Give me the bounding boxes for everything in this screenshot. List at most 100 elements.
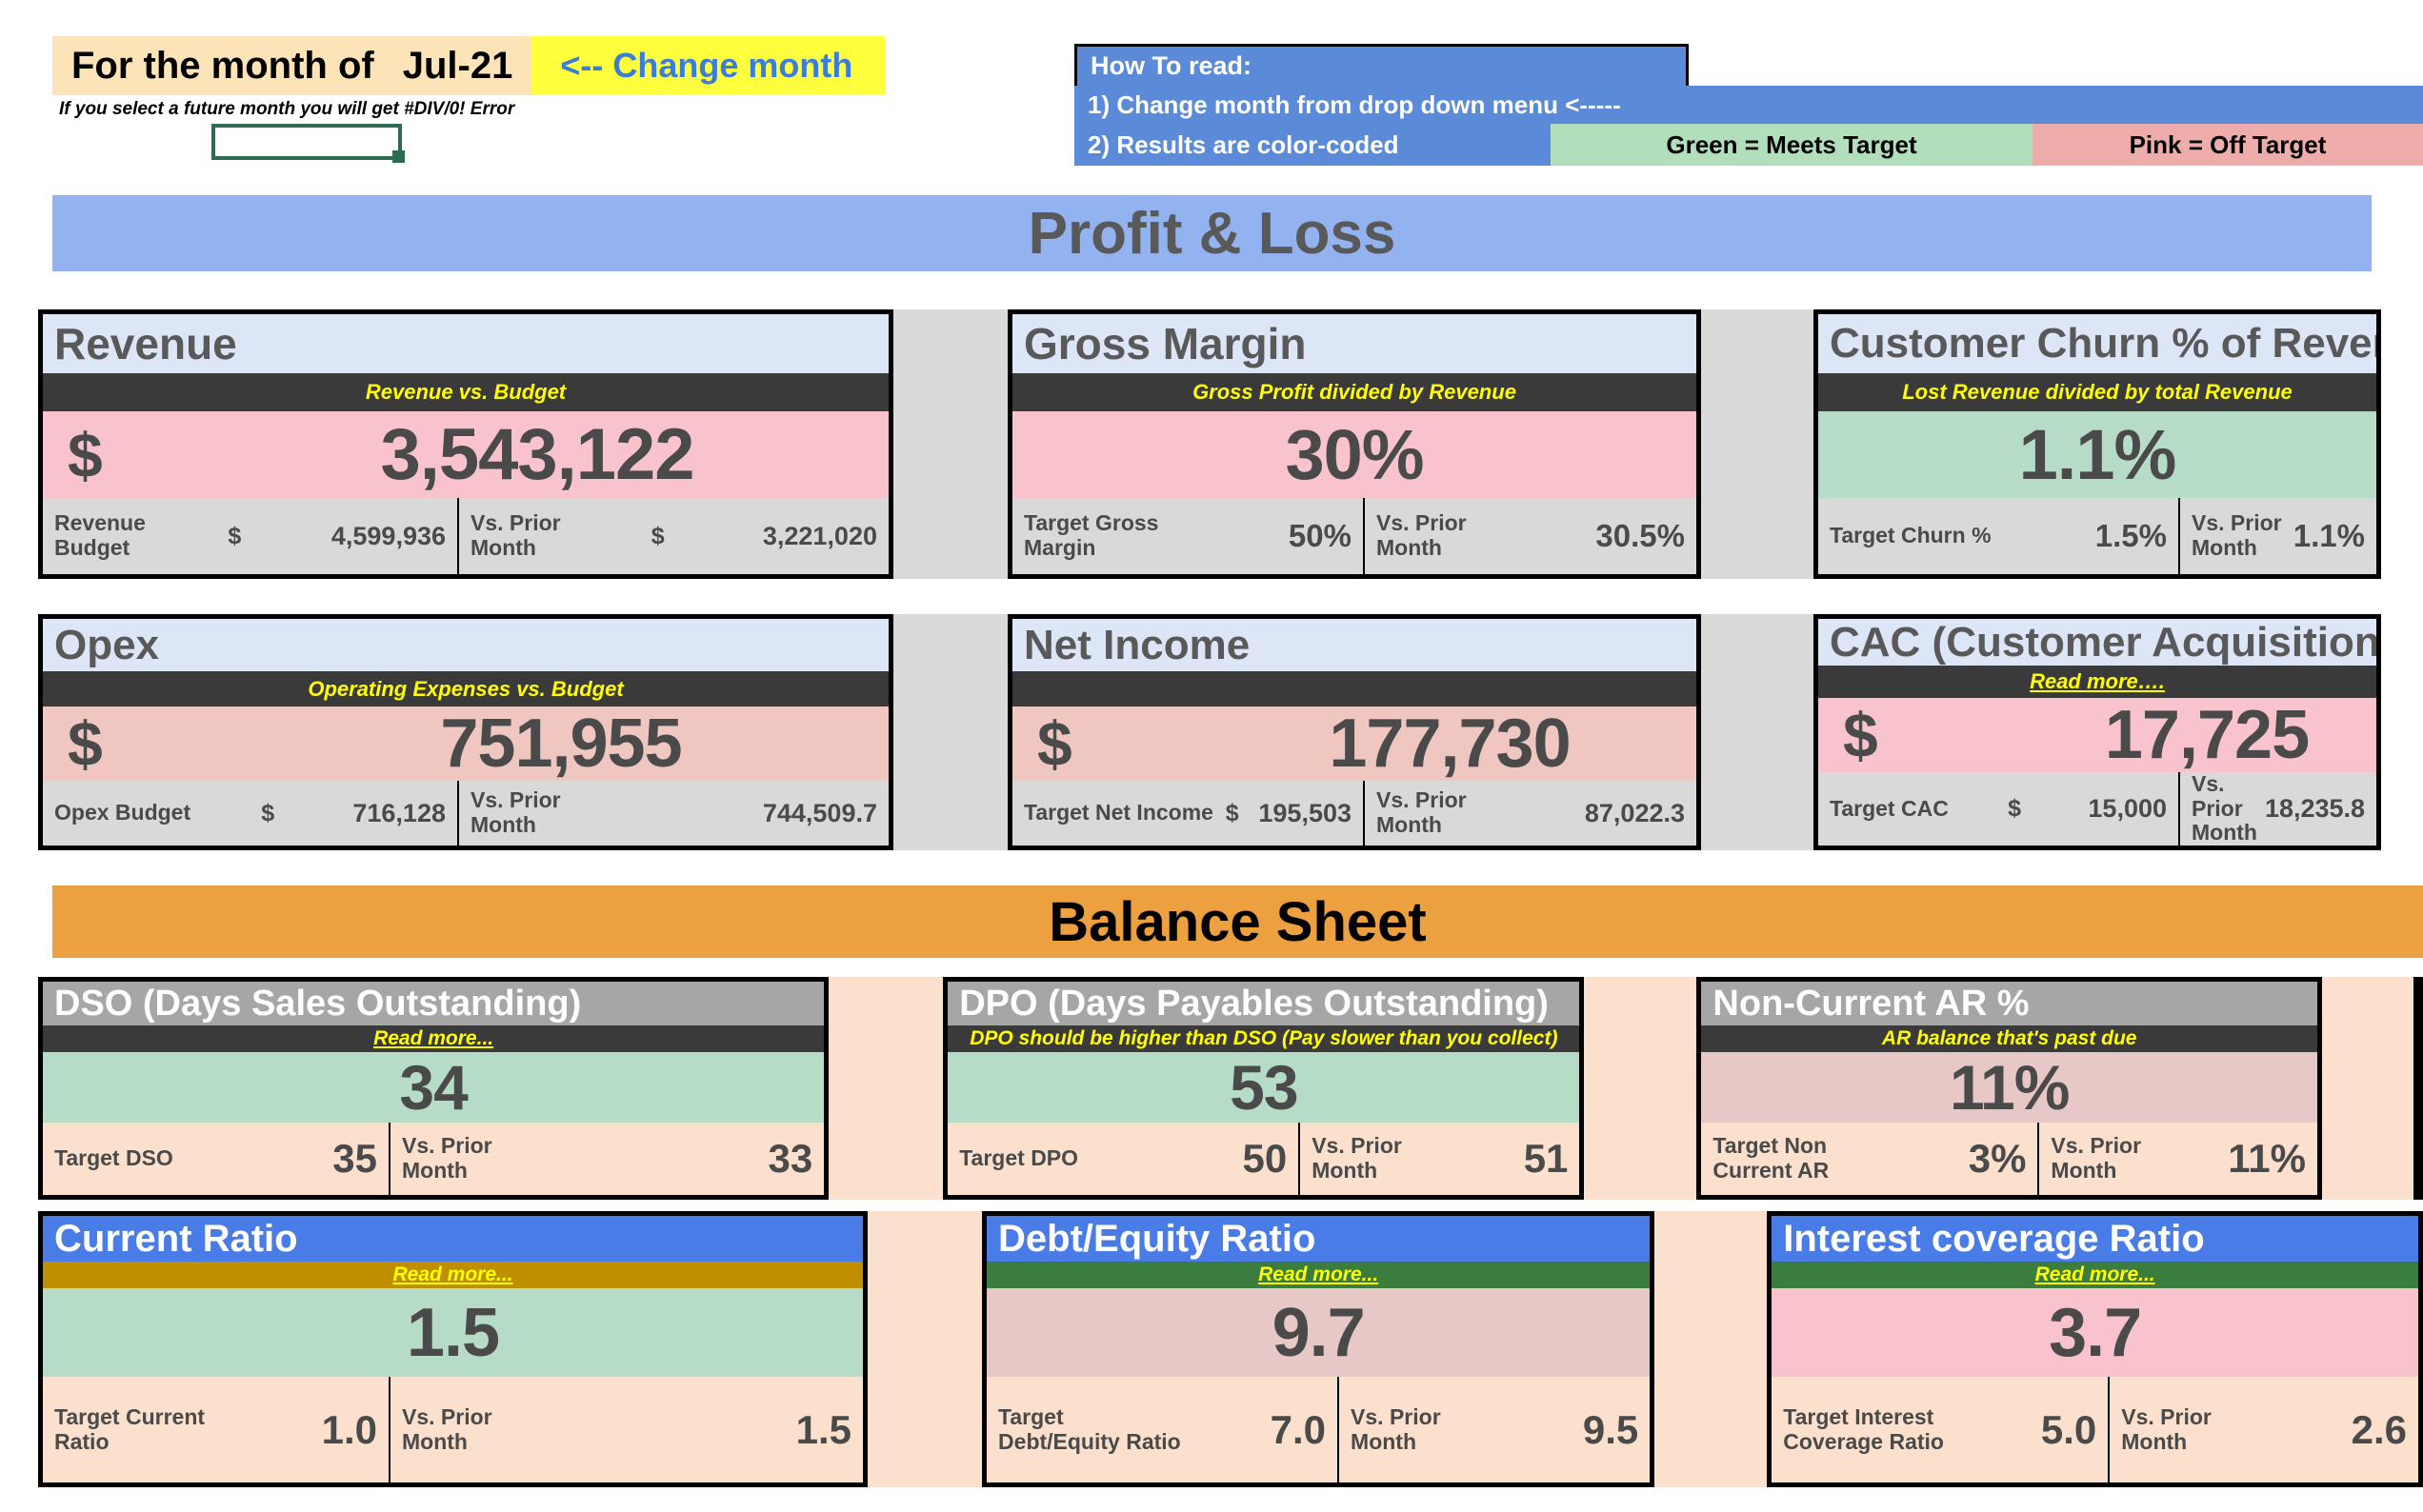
kpi-card-revenue[interactable]: Revenue Revenue vs. Budget $ 3,543,122 R… [38,309,893,579]
card-target-cell: Target Debt/Equity Ratio 7.0 [987,1377,1340,1482]
card-prior-value: 87,022.3 [1584,798,1685,827]
card-subtitle: DPO should be higher than DSO (Pay slowe… [948,1025,1580,1052]
card-target-value: 35 [332,1136,377,1181]
card-subtitle[interactable]: Read more…. [1818,666,2376,698]
selected-month-value[interactable]: Jul-21 [403,45,513,88]
kpi-card-cac[interactable]: CAC (Customer Acquisition Cost) Read mor… [1813,614,2381,850]
read-more-link[interactable]: Read more…. [2030,669,2165,694]
kpi-card-current-ratio[interactable]: Current Ratio Read more... 1.5 Target Cu… [38,1211,869,1487]
card-prior-label: Vs. Prior Month [1351,1403,1441,1454]
currency-symbol: $ [1843,699,1878,770]
profit-loss-row-1: Revenue Revenue vs. Budget $ 3,543,122 R… [38,309,2381,579]
card-footer: Target Debt/Equity Ratio 7.0 Vs. Prior M… [987,1377,1651,1482]
read-more-link[interactable]: Read more... [373,1027,493,1050]
legend-pink-off-target: Pink = Off Target [2033,124,2423,166]
card-title: Debt/Equity Ratio [987,1216,1651,1262]
card-subtitle: AR balance that's past due [1701,1025,2317,1052]
card-prior-label: Vs. Prior Month [471,510,561,560]
kpi-card-debt-equity-ratio[interactable]: Debt/Equity Ratio Read more... 9.7 Targe… [982,1211,1655,1487]
read-more-link[interactable]: Read more... [1258,1263,1378,1286]
how-to-step-2: 2) Results are color-coded [1088,129,1399,159]
card-title: DSO (Days Sales Outstanding) [43,982,825,1025]
target-currency-symbol: $ [228,522,242,549]
card-title: CAC (Customer Acquisition Cost) [1818,619,2376,666]
card-subtitle[interactable]: Read more... [43,1262,864,1288]
card-prior-month-cell: Vs. Prior Month 33 [390,1123,824,1195]
card-title: Interest coverage Ratio [1772,1216,2418,1262]
kpi-card-dso[interactable]: DSO (Days Sales Outstanding) Read more..… [38,977,830,1200]
prior-currency-symbol: $ [651,522,665,549]
card-prior-value: 51 [1523,1136,1569,1181]
kpi-card-net-income[interactable]: Net Income $ 177,730 Target Net Income $… [1008,614,1701,850]
card-title: Non-Current AR % [1701,982,2317,1025]
read-more-link[interactable]: Read more... [393,1263,513,1286]
balance-sheet-section-banner: Balance Sheet [52,885,2423,958]
kpi-card-non-current-ar[interactable]: Non-Current AR % AR balance that's past … [1696,977,2322,1200]
card-prior-value: 33 [768,1136,813,1181]
card-target-cell: Target DSO 35 [43,1123,390,1195]
card-primary-value-box: 34 [43,1052,825,1123]
card-prior-label: Vs. Prior Month [402,1133,492,1183]
month-dropdown-cell[interactable] [211,124,405,163]
card-target-cell: Target Churn % 1.5% [1818,498,2180,574]
card-prior-label: Vs. Prior Month [2121,1403,2212,1454]
card-prior-value: 2.6 [2351,1406,2407,1452]
kpi-card-clipped-right[interactable]: C Ta Ca [2413,977,2423,1200]
card-target-label: Target Debt/Equity Ratio [998,1403,1181,1454]
card-primary-value: 34 [399,1052,468,1123]
card-subtitle[interactable]: Read more... [1772,1262,2418,1288]
card-prior-label: Vs. Prior Month [402,1403,492,1454]
kpi-card-dpo[interactable]: DPO (Days Payables Outstanding) DPO shou… [943,977,1585,1200]
how-to-read-title: How To read: [1074,44,1689,86]
card-prior-month-cell: Vs. Prior Month 9.5 [1339,1377,1650,1482]
card-subtitle[interactable]: Read more... [43,1025,825,1052]
card-target-cell: Opex Budget $ 716,128 [43,781,459,846]
kpi-card-gross-margin[interactable]: Gross Margin Gross Profit divided by Rev… [1008,309,1701,579]
row-gutter [1654,1211,1767,1487]
card-target-value: 15,000 [2088,793,2167,823]
card-target-value: 1.5% [2094,518,2167,553]
card-target-value: 195,503 [1258,798,1352,827]
read-more-link[interactable]: Read more... [2035,1263,2155,1286]
month-selector-strip: For the month of Jul-21 <-- Change month [52,36,886,95]
card-prior-month-cell: Vs. Prior Month 51 [1300,1123,1579,1195]
card-primary-value-box: 53 [948,1052,1580,1123]
kpi-card-interest-coverage-ratio[interactable]: Interest coverage Ratio Read more... 3.7… [1767,1211,2423,1487]
card-title: Gross Margin [1012,314,1696,373]
target-currency-symbol: $ [2008,794,2022,822]
card-title: DPO (Days Payables Outstanding) [948,982,1580,1025]
kpi-card-opex[interactable]: Opex Operating Expenses vs. Budget $ 751… [38,614,893,850]
target-currency-symbol: $ [1225,799,1239,826]
balance-sheet-row-2: Current Ratio Read more... 1.5 Target Cu… [38,1211,2423,1487]
card-prior-label: Vs. Prior Month [2192,771,2257,846]
card-prior-value: 1.1% [2293,518,2365,553]
card-target-label: Target DSO [54,1145,173,1171]
card-prior-month-cell: Vs. Prior Month 87,022.3 [1365,781,1696,846]
card-prior-label: Vs. Prior Month [1312,1133,1402,1183]
card-subtitle[interactable]: Read more... [987,1262,1651,1288]
card-subtitle: Revenue vs. Budget [43,373,889,411]
future-month-warning: If you select a future month you will ge… [59,99,515,119]
card-target-label: Target Gross Margin [1024,510,1159,560]
card-target-cell: Ta Ca [2418,1123,2423,1195]
profit-loss-row-2: Opex Operating Expenses vs. Budget $ 751… [38,614,2381,850]
row-gutter [868,1211,982,1487]
currency-symbol: $ [1037,708,1072,779]
card-target-label: Target Current Ratio [54,1403,206,1454]
card-prior-value: 744,509.7 [762,798,877,827]
currency-symbol: $ [68,419,103,490]
card-target-label: Target DPO [959,1145,1079,1171]
card-prior-month-cell: Vs. Prior Month 744,509.7 [459,781,889,846]
card-title: Opex [43,619,889,671]
card-prior-label: Vs. Prior Month [1376,787,1467,837]
card-prior-label: Vs. Prior Month [1376,510,1467,560]
legend-green-meets-target: Green = Meets Target [1551,124,2033,166]
card-subtitle: Operating Expenses vs. Budget [43,671,889,706]
card-target-value: 50% [1288,518,1352,553]
row-gutter [893,614,1008,850]
card-target-cell: Target DPO 50 [948,1123,1301,1195]
card-target-cell: Target Interest Coverage Ratio 5.0 [1772,1377,2111,1482]
card-prior-value: 11% [2228,1136,2306,1181]
card-prior-label: Vs. Prior Month [2051,1133,2142,1183]
kpi-card-customer-churn[interactable]: Customer Churn % of Revenue Lost Revenue… [1813,309,2381,579]
